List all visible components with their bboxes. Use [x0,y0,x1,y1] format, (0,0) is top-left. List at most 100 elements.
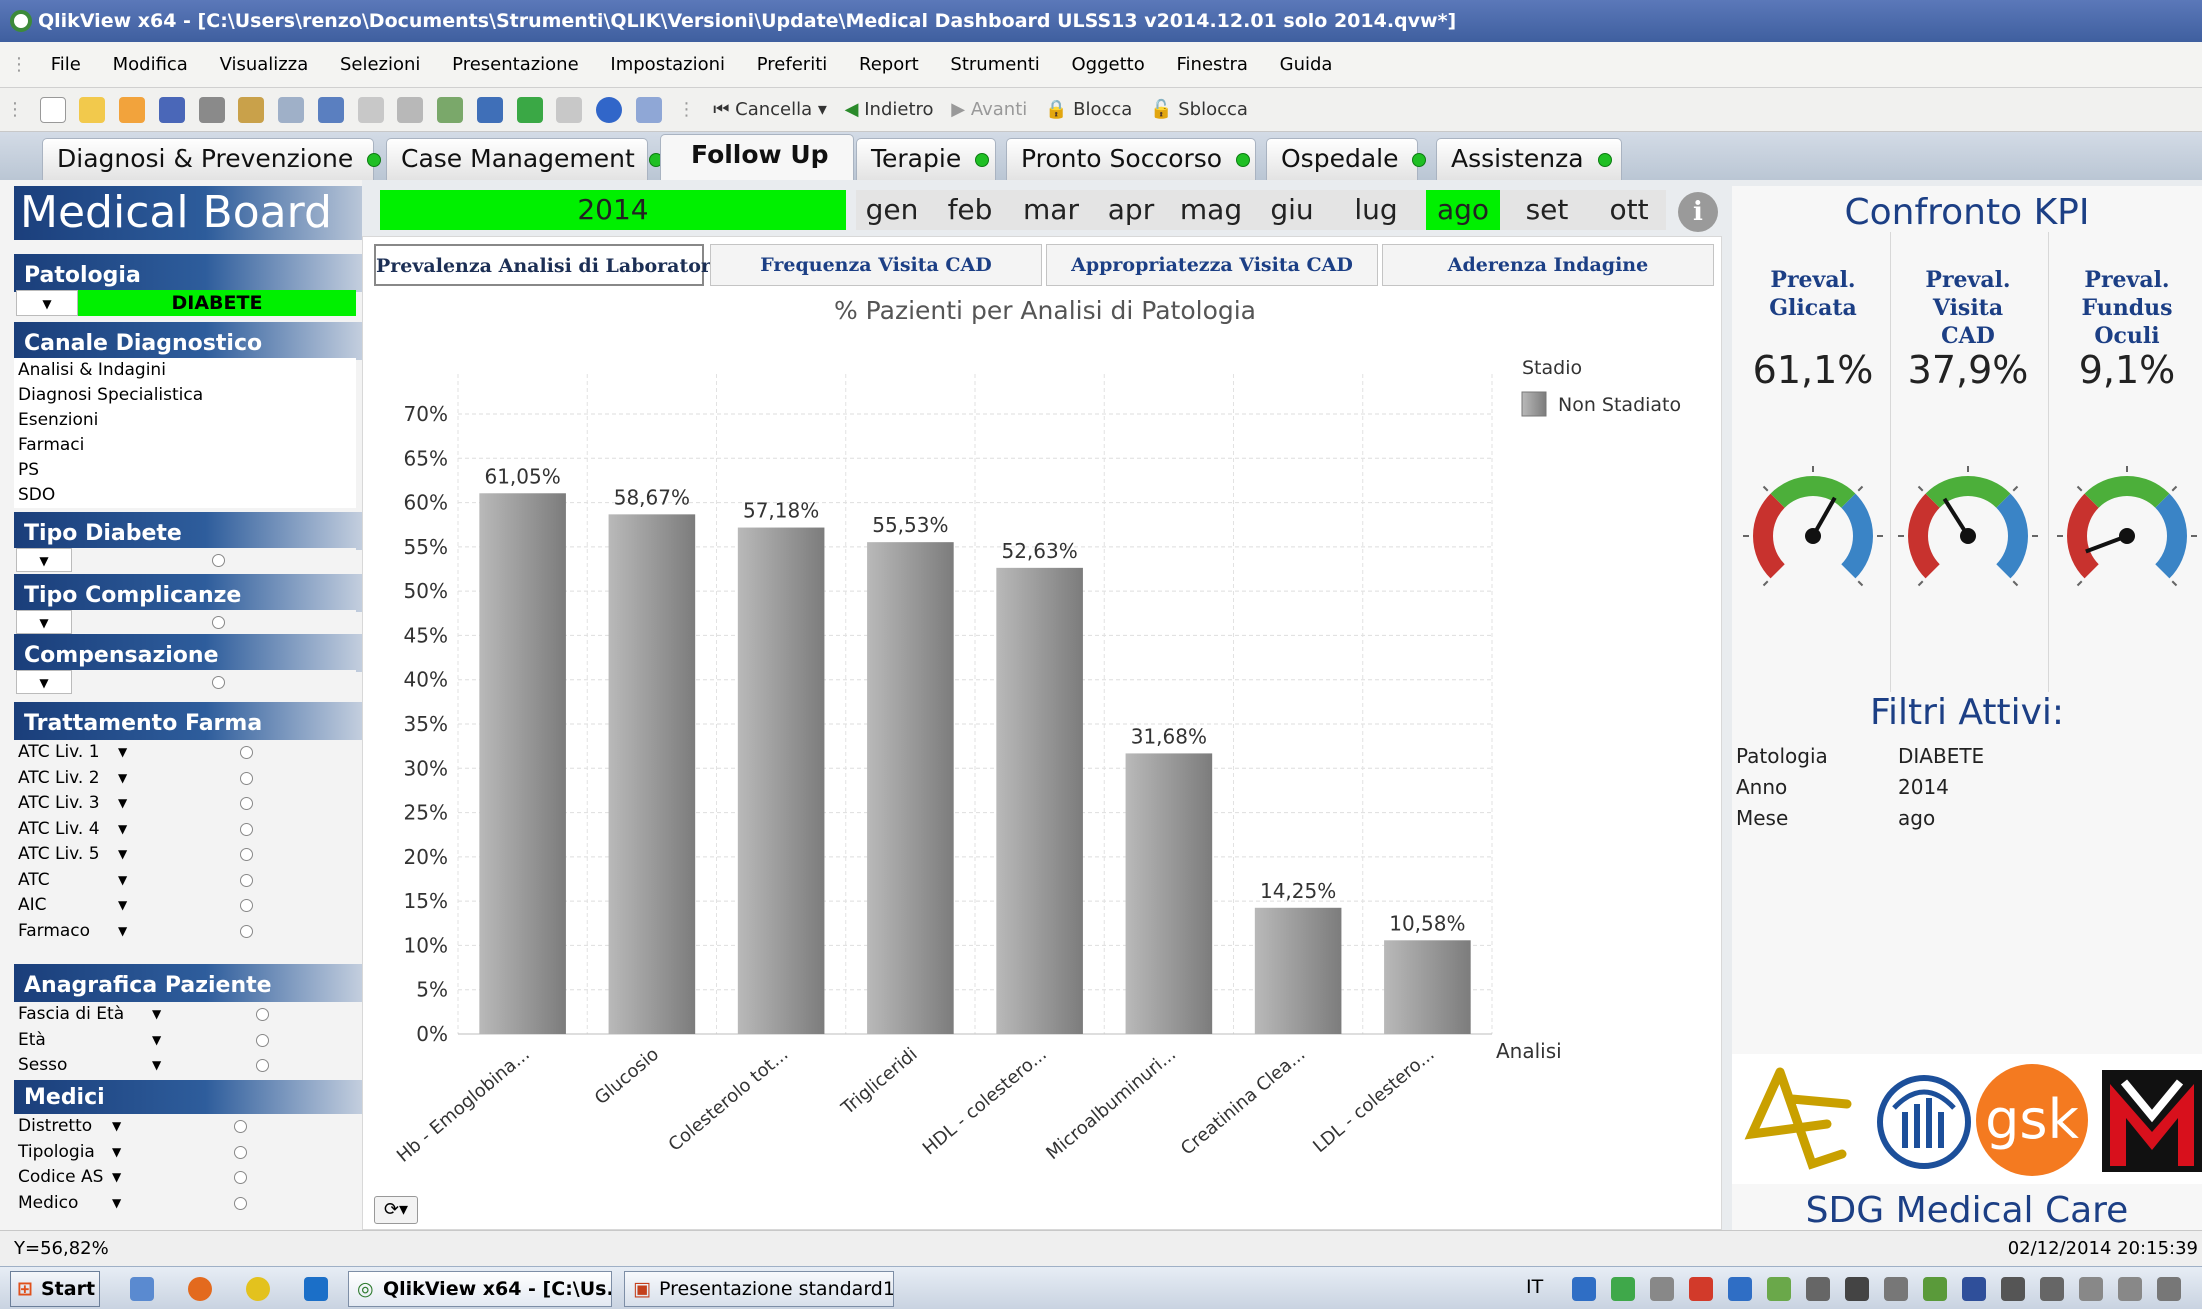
tab-assistenza[interactable]: Assistenza [1436,138,1622,180]
unlock-button[interactable]: 🔓 Sblocca [1144,88,1254,132]
task-powerpoint[interactable]: ▣ Presentazione standard1... [624,1271,894,1307]
menu-preferiti[interactable]: Preferiti [744,42,841,88]
tray-icon[interactable] [1845,1277,1869,1301]
list-item[interactable]: Farmaci [14,433,356,458]
firefox-icon[interactable] [188,1277,212,1301]
tray-icon[interactable] [2001,1277,2025,1301]
bar[interactable] [479,493,566,1034]
month-ago[interactable]: ago [1426,190,1500,230]
month-giu[interactable]: giu [1256,190,1328,230]
tray-icon[interactable] [1572,1277,1596,1301]
tray-icon[interactable] [1728,1277,1752,1301]
reload-data-icon[interactable] [278,97,305,123]
chevron-down-icon[interactable]: ▼ [152,1053,161,1077]
menu-guida[interactable]: Guida [1267,42,1346,88]
chevron-down-icon[interactable]: ▼ [118,919,127,943]
chevron-down-icon[interactable]: ▼ [118,740,127,764]
list-item[interactable]: SDO [14,483,356,508]
month-apr[interactable]: apr [1096,190,1166,230]
tray-icon[interactable] [1806,1277,1830,1301]
chevron-down-icon[interactable]: ▼ [16,670,72,694]
trattamento-dropdown[interactable]: ATC Liv. 5 ▼ [14,842,356,866]
trattamento-dropdown[interactable]: ATC ▼ [14,867,356,892]
reload-icon[interactable] [119,97,146,123]
forward-button[interactable]: ▶ Avanti [945,88,1033,132]
menu-oggetto[interactable]: Oggetto [1059,42,1158,88]
trattamento-dropdown[interactable]: ATC Liv. 1 ▼ [14,740,356,764]
subtab-frequenza[interactable]: Frequenza Visita CAD [710,244,1042,286]
tray-icon[interactable] [1650,1277,1674,1301]
subtab-prevalenza[interactable]: Prevalenza Analisi di Laboratorio [374,244,731,286]
month-mag[interactable]: mag [1172,190,1250,230]
patologia-value[interactable]: DIABETE [78,290,356,316]
menu-file[interactable]: File [38,42,94,88]
selections-icon[interactable] [437,97,464,123]
medici-dropdown[interactable]: Medico ▼ [14,1190,356,1215]
save-icon[interactable] [158,97,185,123]
outlook-icon[interactable] [304,1277,328,1301]
list-item[interactable]: PS [14,458,356,483]
month-set[interactable]: set [1506,190,1588,230]
list-item[interactable]: Diagnosi Specialistica [14,383,356,408]
bar[interactable] [608,514,696,1034]
chevron-down-icon[interactable]: ▼ [112,1165,121,1189]
chevron-down-icon[interactable]: ▼ [118,893,127,917]
chart-menu-icon[interactable]: ⟳▾ [374,1196,418,1224]
bar[interactable] [1384,940,1471,1034]
patologia-dropdown[interactable]: ▼ [16,290,78,316]
undo-icon[interactable] [317,97,344,123]
chart-icon[interactable] [476,97,503,123]
tray-icon[interactable] [2157,1277,2181,1301]
clear-button[interactable]: ⏮ Cancella ▾ [707,88,833,132]
bar[interactable] [867,542,954,1034]
chevron-down-icon[interactable]: ▼ [118,766,127,790]
start-button[interactable]: ⊞ Start [10,1271,100,1307]
tipo-complicanze-dropdown[interactable]: ▼ [14,610,356,634]
subtab-appropriatezza[interactable]: Appropriatezza Visita CAD [1046,244,1378,286]
menu-strumenti[interactable]: Strumenti [937,42,1052,88]
chevron-down-icon[interactable]: ▼ [118,791,127,815]
trattamento-dropdown[interactable]: ATC Liv. 2 ▼ [14,765,356,790]
month-feb[interactable]: feb [934,190,1006,230]
tray-icon[interactable] [2040,1277,2064,1301]
tab-terapie[interactable]: Terapie [856,138,996,180]
bar[interactable] [737,527,825,1034]
tray-icon[interactable] [1767,1277,1791,1301]
info-icon[interactable]: i [1678,192,1718,232]
trattamento-dropdown[interactable]: ATC Liv. 4 ▼ [14,816,356,841]
chevron-down-icon[interactable]: ▼ [118,868,127,892]
medici-dropdown[interactable]: Distretto ▼ [14,1114,356,1138]
trattamento-dropdown[interactable]: AIC ▼ [14,893,356,917]
month-gen[interactable]: gen [856,190,928,230]
anagrafica-dropdown[interactable]: Età ▼ [14,1027,356,1052]
tab-pronto-soccorso[interactable]: Pronto Soccorso [1006,138,1256,180]
menu-report[interactable]: Report [846,42,932,88]
chevron-down-icon[interactable]: ▼ [152,1028,161,1052]
help-icon[interactable] [596,97,623,123]
language-indicator[interactable]: IT [1526,1276,1543,1298]
month-mar[interactable]: mar [1012,190,1090,230]
tipo-diabete-dropdown[interactable]: ▼ [14,548,356,572]
month-lug[interactable]: lug [1334,190,1418,230]
chevron-down-icon[interactable]: ▼ [112,1114,121,1138]
chevron-down-icon[interactable]: ▼ [112,1140,121,1164]
tray-icon[interactable] [2118,1277,2142,1301]
redo-icon[interactable] [357,97,384,123]
trattamento-dropdown[interactable]: Farmaco ▼ [14,918,356,943]
chevron-down-icon[interactable]: ▼ [118,842,127,866]
bar[interactable] [1254,907,1342,1034]
tray-icon[interactable] [2079,1277,2103,1301]
medici-dropdown[interactable]: Tipologia ▼ [14,1139,356,1164]
bookmark-star-icon[interactable] [516,97,543,123]
anagrafica-dropdown[interactable]: Sesso ▼ [14,1053,356,1077]
menu-finestra[interactable]: Finestra [1163,42,1260,88]
tab-case-management[interactable]: Case Management [386,138,663,180]
year-selector[interactable]: 2014 [380,190,846,230]
edit-script-icon[interactable] [238,97,265,123]
chevron-down-icon[interactable]: ▼ [16,610,72,634]
properties-icon[interactable] [556,97,583,123]
tray-icon[interactable] [1689,1277,1713,1301]
anagrafica-dropdown[interactable]: Fascia di Età ▼ [14,1002,356,1026]
chevron-down-icon[interactable]: ▼ [118,817,127,841]
bar-chart[interactable]: 0% 5% 10% 15% 20% 25% 30% 35% 40% 45% 50% 55% 60% 65%… [366,340,1722,1240]
